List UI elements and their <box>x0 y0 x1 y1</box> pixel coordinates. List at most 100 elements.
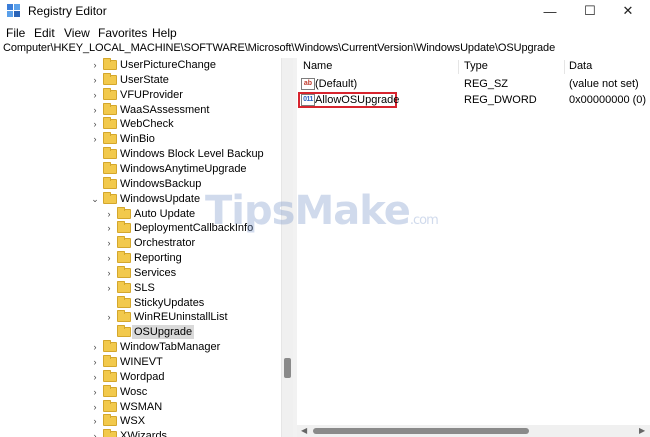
close-button[interactable]: ✕ <box>606 0 650 22</box>
chevron-right-icon[interactable]: › <box>90 414 100 428</box>
tree-item-wordpad[interactable]: › Wordpad <box>0 369 281 384</box>
list-horizontal-scrollbar[interactable]: ◀ ▶ <box>297 425 650 437</box>
list-scroll-thumb[interactable] <box>313 428 529 434</box>
chevron-right-icon[interactable]: › <box>90 58 100 72</box>
minimize-button[interactable]: — <box>528 0 572 22</box>
tree-item-reporting[interactable]: › Reporting <box>0 251 281 265</box>
tree-item-waasassessment[interactable]: › WaaSAssessment <box>0 102 281 117</box>
menu-bar: File Edit View Favorites Help <box>0 22 650 42</box>
chevron-right-icon[interactable]: › <box>90 385 100 399</box>
folder-icon <box>103 147 117 160</box>
address-path[interactable]: Computer\HKEY_LOCAL_MACHINE\SOFTWARE\Mic… <box>3 42 555 54</box>
tree-item-sls[interactable]: › SLS <box>0 280 281 295</box>
tree-item-xwizards[interactable]: › XWizards <box>0 429 281 437</box>
tree-item-label: WindowsUpdate <box>120 192 201 205</box>
tree-item-userstate[interactable]: › UserState <box>0 72 281 87</box>
tree-item-orchestrator[interactable]: › Orchestrator <box>0 236 281 250</box>
folder-icon <box>103 117 117 130</box>
tree-item-deploymentcallbackinfo[interactable]: › DeploymentCallbackInfo <box>0 221 281 235</box>
tree-item-windowsupdate[interactable]: ⌄ WindowsUpdate <box>0 191 281 206</box>
chevron-right-icon[interactable]: › <box>104 221 114 235</box>
registry-tree[interactable]: › UserPictureChange › UserState › VFUProvider… <box>0 58 281 437</box>
chevron-right-icon[interactable]: › <box>90 370 100 384</box>
tree-item-wosc[interactable]: › Wosc <box>0 384 281 399</box>
folder-icon <box>103 191 117 204</box>
tree-item-winevt[interactable]: › WINEVT <box>0 355 281 369</box>
menu-favorites[interactable]: Favorites <box>98 26 147 40</box>
tree-item-osupgrade[interactable]: OSUpgrade <box>0 325 281 340</box>
tree-item-label: WSMAN <box>120 400 163 413</box>
tree-item-label: WSX <box>120 415 146 428</box>
chevron-right-icon[interactable]: › <box>104 281 114 295</box>
chevron-right-icon[interactable]: › <box>90 132 100 146</box>
value-data: (value not set) <box>569 78 639 90</box>
value-row-default[interactable]: ab (Default) REG_SZ (value not set) <box>297 76 650 92</box>
chevron-right-icon[interactable]: › <box>90 429 100 437</box>
column-divider[interactable] <box>564 60 565 74</box>
folder-icon <box>103 102 117 115</box>
tree-item-winreuninstalllist[interactable]: › WinREUninstallList <box>0 310 281 324</box>
folder-icon <box>117 265 131 278</box>
column-divider[interactable] <box>458 60 459 74</box>
column-header-data[interactable]: Data <box>569 60 592 72</box>
tree-item-services[interactable]: › Services <box>0 265 281 280</box>
string-value-icon: ab <box>301 78 315 90</box>
chevron-right-icon[interactable]: › <box>90 73 100 87</box>
chevron-right-icon[interactable]: › <box>104 207 114 221</box>
menu-file[interactable]: File <box>6 26 25 40</box>
tree-item-label: SLS <box>134 281 155 294</box>
chevron-right-icon[interactable]: › <box>90 340 100 354</box>
folder-icon <box>103 58 117 70</box>
tree-item-label: UserPictureChange <box>120 59 216 71</box>
tree-item-winbio[interactable]: › WinBio <box>0 132 281 146</box>
tree-item-label: WebCheck <box>120 118 174 131</box>
chevron-right-icon[interactable]: › <box>90 103 100 117</box>
tree-item-userpicturechange[interactable]: › UserPictureChange <box>0 58 281 72</box>
value-row-allowosupgrade[interactable]: 011 AllowOSUpgrade REG_DWORD 0x00000000 … <box>297 92 650 108</box>
folder-icon <box>103 72 117 85</box>
tree-vertical-scrollbar[interactable] <box>281 58 293 437</box>
folder-icon <box>117 280 131 293</box>
chevron-right-icon[interactable]: › <box>104 236 114 250</box>
chevron-right-icon[interactable]: › <box>104 251 114 265</box>
menu-view[interactable]: View <box>64 26 90 40</box>
tree-item-webcheck[interactable]: › WebCheck <box>0 117 281 131</box>
values-list[interactable]: Name Type Data ab (Default) REG_SZ (valu… <box>297 58 650 437</box>
column-header-name[interactable]: Name <box>303 60 332 72</box>
tree-item-windowsbackup[interactable]: WindowsBackup <box>0 176 281 191</box>
folder-icon <box>103 384 117 397</box>
chevron-right-icon[interactable]: › <box>90 355 100 369</box>
address-bar[interactable]: Computer\HKEY_LOCAL_MACHINE\SOFTWARE\Mic… <box>0 42 650 57</box>
column-header-type[interactable]: Type <box>464 60 488 72</box>
menu-edit[interactable]: Edit <box>34 26 55 40</box>
menu-help[interactable]: Help <box>152 26 177 40</box>
tree-scroll-thumb[interactable] <box>284 358 291 378</box>
chevron-right-icon[interactable]: › <box>90 88 100 102</box>
tree-item-label: Wosc <box>120 385 148 398</box>
scroll-left-icon[interactable]: ◀ <box>301 425 307 437</box>
folder-icon <box>117 325 131 338</box>
tree-item-windowsanytimeupgrade[interactable]: WindowsAnytimeUpgrade <box>0 161 281 176</box>
folder-icon <box>117 295 131 308</box>
chevron-down-icon[interactable]: ⌄ <box>90 192 100 206</box>
tree-item-vfuprovider[interactable]: › VFUProvider <box>0 87 281 102</box>
chevron-right-icon[interactable]: › <box>90 117 100 131</box>
folder-icon <box>117 251 131 264</box>
folder-icon <box>117 206 131 219</box>
tree-item-wsman[interactable]: › WSMAN <box>0 399 281 414</box>
tree-item-label: OSUpgrade <box>132 325 195 340</box>
value-name: AllowOSUpgrade <box>315 94 400 106</box>
chevron-right-icon[interactable]: › <box>90 400 100 414</box>
tree-item-windows-block-level-backup[interactable]: Windows Block Level Backup <box>0 147 281 161</box>
tree-item-auto-update[interactable]: › Auto Update <box>0 206 281 221</box>
window-title: Registry Editor <box>28 4 107 18</box>
tree-item-stickyupdates[interactable]: StickyUpdates <box>0 295 281 310</box>
tree-item-label: WaaSAssessment <box>120 103 210 116</box>
chevron-right-icon[interactable]: › <box>104 266 114 280</box>
folder-icon <box>103 132 117 145</box>
tree-item-label: Orchestrator <box>134 237 196 250</box>
tree-item-wsx[interactable]: › WSX <box>0 414 281 428</box>
tree-item-windowtabmanager[interactable]: › WindowTabManager <box>0 340 281 354</box>
scroll-right-icon[interactable]: ▶ <box>639 425 645 437</box>
chevron-right-icon[interactable]: › <box>104 310 114 324</box>
